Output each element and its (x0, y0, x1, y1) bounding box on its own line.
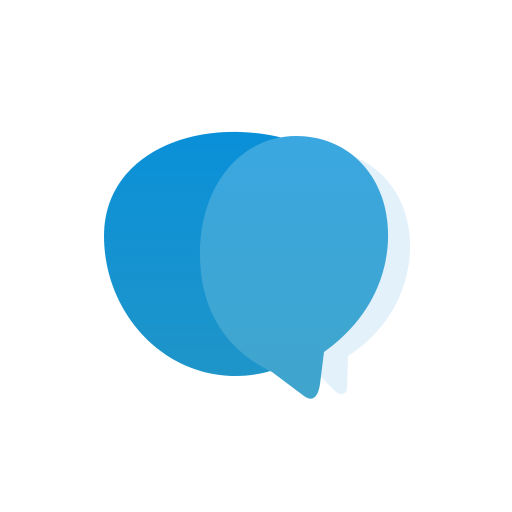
chat-bubble-icon (104, 131, 411, 399)
app-icon-canvas (0, 0, 512, 512)
